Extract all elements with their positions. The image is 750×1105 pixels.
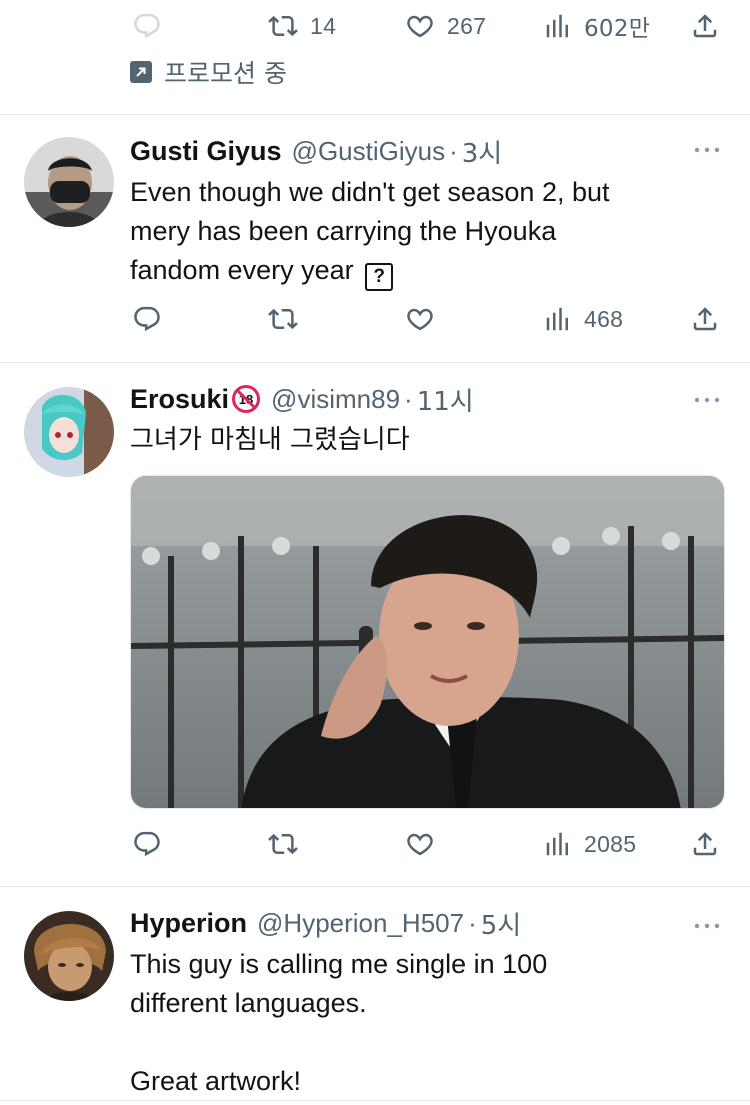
views-button[interactable]: 468 xyxy=(542,297,623,341)
retweet-button[interactable]: 14 xyxy=(268,4,336,48)
action-bar: 14 267 602만 xyxy=(0,4,750,48)
like-button[interactable]: 267 xyxy=(405,4,486,48)
user-handle[interactable]: @visimn89 xyxy=(271,384,400,415)
share-button[interactable] xyxy=(690,4,720,48)
tweet-hyperion[interactable]: Hyperion @Hyperion_H507 · 5시 This guy is… xyxy=(0,887,750,1101)
promoted-label[interactable]: 프로모션 중 xyxy=(130,54,287,90)
display-name[interactable]: Gusti Giyus xyxy=(130,136,282,167)
timestamp[interactable]: 3시 xyxy=(462,133,502,170)
more-icon[interactable] xyxy=(692,921,722,931)
reply-button[interactable] xyxy=(132,297,162,341)
views-button[interactable]: 2085 xyxy=(542,822,636,866)
promoted-icon xyxy=(130,61,152,83)
emoji-placeholder: ? xyxy=(365,263,394,291)
separator: · xyxy=(404,383,413,414)
retweet-button[interactable] xyxy=(268,297,298,341)
retweet-count: 14 xyxy=(310,12,337,39)
tweet-text: Even though we didn't get season 2, but … xyxy=(130,173,720,291)
separator: · xyxy=(468,907,477,938)
tweet-media-image[interactable] xyxy=(130,475,725,809)
views-icon xyxy=(542,304,572,334)
tweet-header: Hyperion @Hyperion_H507 · 5시 xyxy=(130,905,521,941)
share-button[interactable] xyxy=(690,297,720,341)
promoted-text: 프로모션 중 xyxy=(164,59,287,88)
like-button[interactable] xyxy=(405,297,435,341)
more-icon[interactable] xyxy=(692,145,722,155)
reply-button[interactable] xyxy=(132,822,162,866)
tweet-gustigiyus[interactable]: Gusti Giyus @GustiGiyus · 3시 Even though… xyxy=(0,115,750,363)
retweet-icon xyxy=(268,11,298,41)
separator: · xyxy=(449,135,458,166)
avatar[interactable] xyxy=(24,137,114,227)
retweet-icon xyxy=(268,829,298,859)
user-handle[interactable]: @GustiGiyus xyxy=(292,136,446,167)
reply-icon xyxy=(132,11,162,41)
timestamp[interactable]: 11시 xyxy=(417,381,474,418)
like-count: 267 xyxy=(447,12,487,39)
no-under-18-icon: 18 xyxy=(232,385,261,413)
tweet-header: Gusti Giyus @GustiGiyus · 3시 xyxy=(130,133,502,169)
display-name[interactable]: Erosuki xyxy=(130,384,229,415)
tweet-header: Erosuki 18 @visimn89 · 11시 xyxy=(130,381,474,417)
reply-icon xyxy=(132,304,162,334)
share-icon xyxy=(690,11,720,41)
views-button[interactable]: 602만 xyxy=(542,4,650,48)
views-count: 602만 xyxy=(584,16,651,42)
tweet-text: This guy is calling me single in 100 dif… xyxy=(130,949,548,1096)
tweet-text: 그녀가 마침내 그렸습니다 xyxy=(130,425,410,455)
avatar[interactable] xyxy=(24,387,114,477)
reply-icon xyxy=(132,829,162,859)
action-bar: 468 xyxy=(0,297,750,341)
top-tweet-footer: 14 267 602만 프로모션 중 xyxy=(0,0,750,115)
retweet-button[interactable] xyxy=(268,822,298,866)
user-handle[interactable]: @Hyperion_H507 xyxy=(257,908,464,939)
views-icon xyxy=(542,11,572,41)
like-icon xyxy=(405,829,435,859)
share-icon xyxy=(690,829,720,859)
views-count: 468 xyxy=(584,305,624,332)
avatar[interactable] xyxy=(24,911,114,1001)
like-icon xyxy=(405,304,435,334)
views-icon xyxy=(542,829,572,859)
reply-button[interactable] xyxy=(132,4,162,48)
like-button[interactable] xyxy=(405,822,435,866)
share-icon xyxy=(690,304,720,334)
views-count: 2085 xyxy=(584,830,637,857)
tweet-erosuki[interactable]: Erosuki 18 @visimn89 · 11시 그녀가 마침내 그렸습니다 xyxy=(0,363,750,887)
retweet-icon xyxy=(268,304,298,334)
like-icon xyxy=(405,11,435,41)
share-button[interactable] xyxy=(690,822,720,866)
action-bar: 2085 xyxy=(0,822,750,866)
timestamp[interactable]: 5시 xyxy=(481,905,521,942)
display-name[interactable]: Hyperion xyxy=(130,908,247,939)
more-icon[interactable] xyxy=(692,395,722,405)
